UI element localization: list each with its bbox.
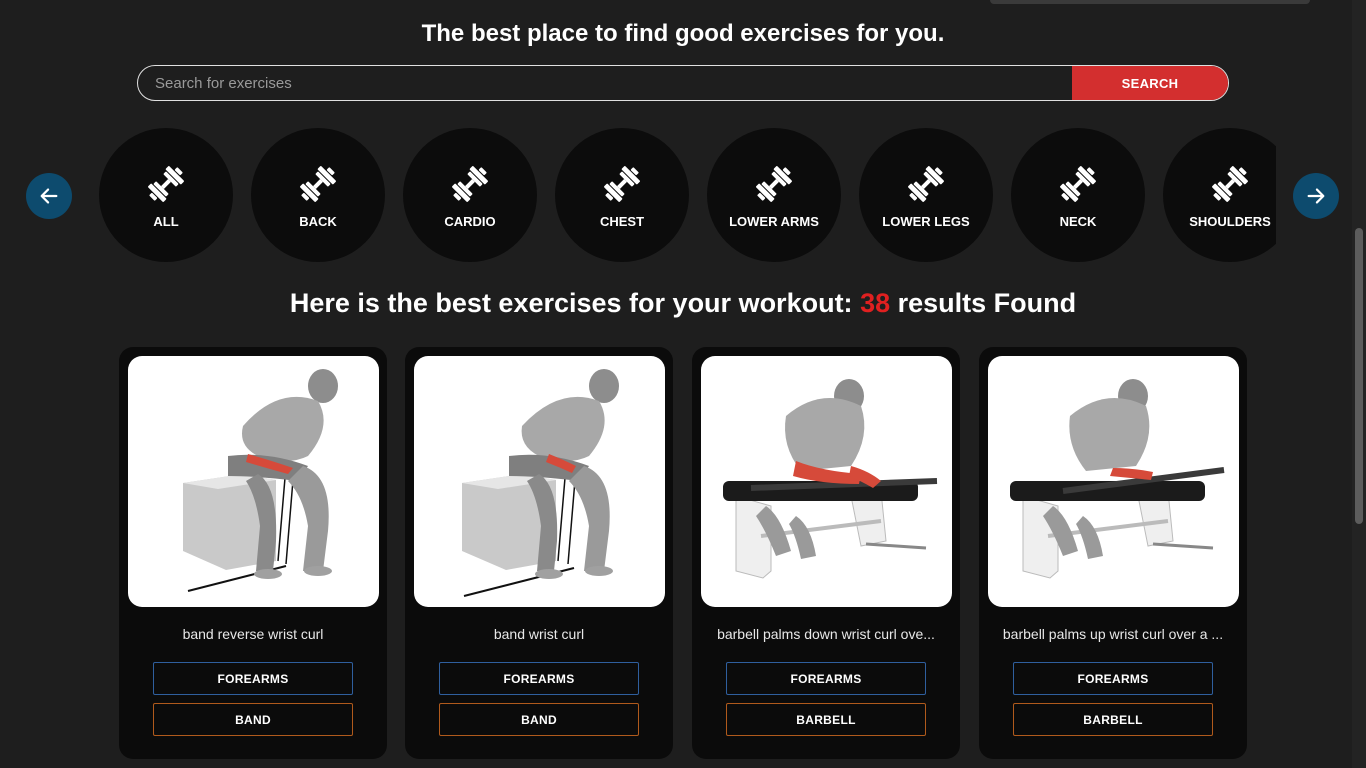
category-label: CHEST — [599, 214, 645, 229]
equipment-tag[interactable]: BAND — [439, 703, 639, 736]
dumbbell-icon — [300, 166, 336, 202]
exercise-name: barbell palms down wrist curl ove... — [717, 626, 935, 642]
category-label: ALL — [153, 214, 179, 229]
category-label: LOWER LEGS — [882, 214, 970, 229]
dumbbell-icon — [604, 166, 640, 202]
top-image-edge — [990, 0, 1310, 4]
exercise-name: barbell palms up wrist curl over a ... — [1002, 626, 1224, 642]
hero-title: The best place to find good exercises fo… — [421, 20, 945, 47]
exercise-card[interactable]: band reverse wrist curl FOREARMS BAND — [119, 347, 387, 759]
exercise-card[interactable]: band wrist curl FOREARMS BAND — [405, 347, 673, 759]
category-neck[interactable]: NECK — [1011, 128, 1145, 262]
category-all[interactable]: ALL — [99, 128, 233, 262]
exercise-name: band reverse wrist curl — [182, 626, 324, 642]
category-label: CARDIO — [444, 214, 496, 229]
body-part-tag[interactable]: FOREARMS — [1013, 662, 1213, 695]
search-button[interactable]: SEARCH — [1072, 66, 1228, 100]
dumbbell-icon — [1212, 166, 1248, 202]
results-suffix: results Found — [890, 288, 1077, 318]
dumbbell-icon — [756, 166, 792, 202]
arrow-right-icon — [1307, 188, 1325, 204]
dumbbell-icon — [452, 166, 488, 202]
scroll-right-button[interactable] — [1293, 173, 1339, 219]
exercise-card[interactable]: barbell palms up wrist curl over a ... F… — [979, 347, 1247, 759]
search-input[interactable] — [138, 66, 1072, 100]
category-shoulders[interactable]: SHOULDERS — [1163, 128, 1276, 262]
category-label: NECK — [1059, 214, 1097, 229]
category-label: LOWER ARMS — [729, 214, 819, 229]
category-lower-arms[interactable]: LOWER ARMS — [707, 128, 841, 262]
body-part-tag[interactable]: FOREARMS — [153, 662, 353, 695]
exercise-image — [988, 356, 1239, 607]
body-part-tag[interactable]: FOREARMS — [439, 662, 639, 695]
scrollbar-thumb[interactable] — [1355, 228, 1363, 524]
dumbbell-icon — [1060, 166, 1096, 202]
category-back[interactable]: BACK — [251, 128, 385, 262]
exercise-image — [128, 356, 379, 607]
results-heading: Here is the best exercises for your work… — [0, 288, 1366, 319]
scroll-left-button[interactable] — [26, 173, 72, 219]
category-lower-legs[interactable]: LOWER LEGS — [859, 128, 993, 262]
category-label: BACK — [299, 214, 337, 229]
exercise-image — [701, 356, 952, 607]
exercise-name: band wrist curl — [493, 626, 585, 642]
dumbbell-icon — [908, 166, 944, 202]
equipment-tag[interactable]: BARBELL — [1013, 703, 1213, 736]
category-label: SHOULDERS — [1189, 214, 1271, 229]
results-prefix: Here is the best exercises for your work… — [289, 288, 861, 318]
body-part-tag[interactable]: FOREARMS — [726, 662, 926, 695]
search-bar: SEARCH — [137, 65, 1229, 101]
arrow-left-icon — [40, 188, 58, 204]
exercise-card[interactable]: barbell palms down wrist curl ove... FOR… — [692, 347, 960, 759]
category-chest[interactable]: CHEST — [555, 128, 689, 262]
equipment-tag[interactable]: BARBELL — [726, 703, 926, 736]
body-part-carousel: ALL BACK CARDIO CHEST LOWER ARMS LOWER L… — [99, 128, 1276, 262]
results-count: 38 — [860, 288, 891, 318]
equipment-tag[interactable]: BAND — [153, 703, 353, 736]
dumbbell-icon — [148, 166, 184, 202]
page-scrollbar[interactable] — [1352, 0, 1366, 768]
category-cardio[interactable]: CARDIO — [403, 128, 537, 262]
exercise-image — [414, 356, 665, 607]
